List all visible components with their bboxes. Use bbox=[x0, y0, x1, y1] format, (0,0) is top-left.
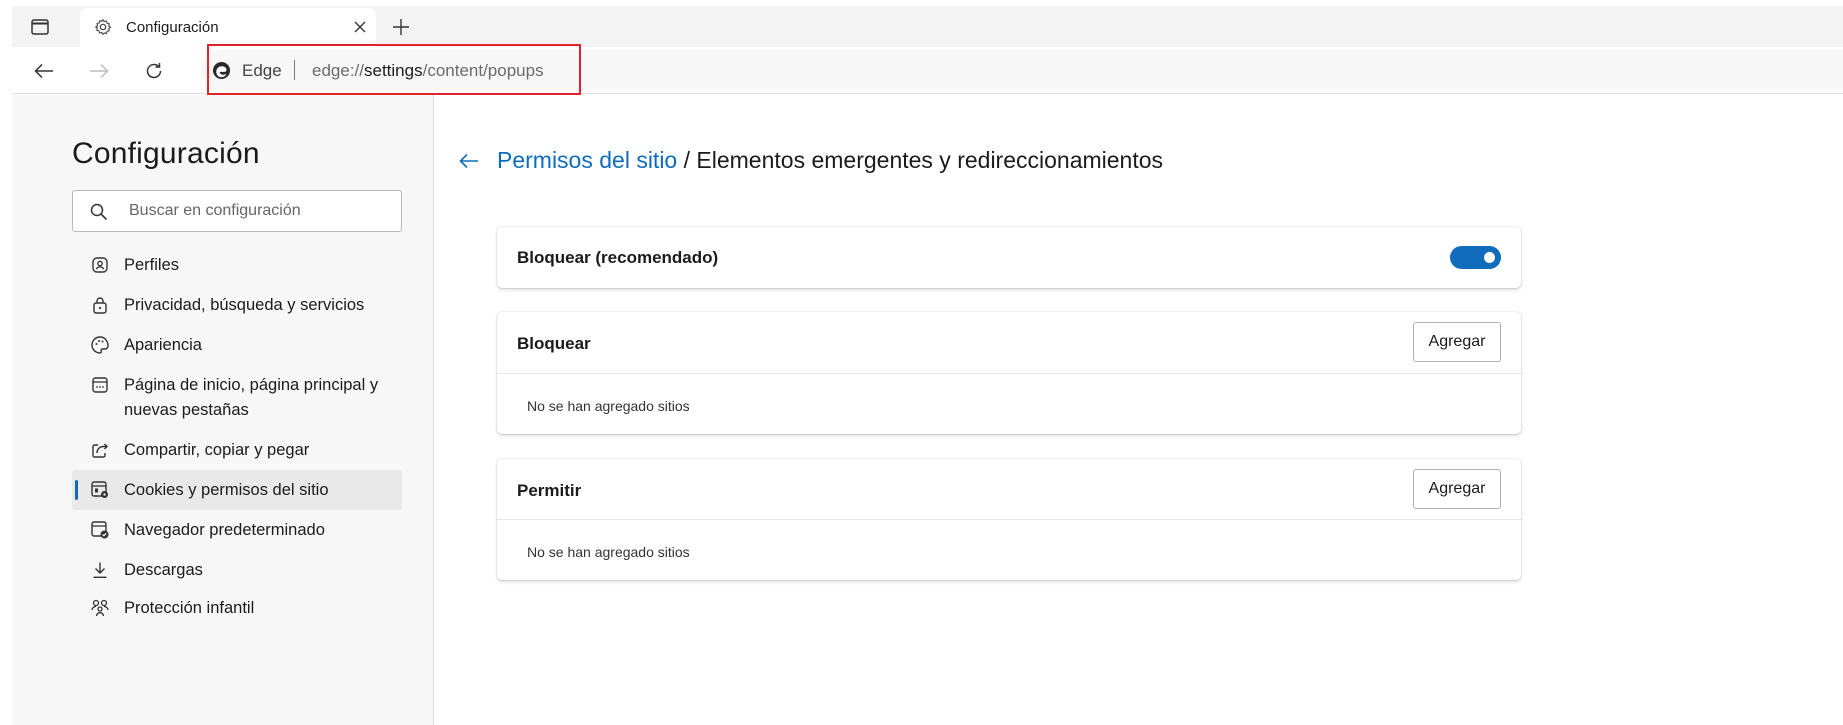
block-section-label: Bloquear bbox=[517, 334, 591, 353]
share-icon bbox=[90, 440, 110, 460]
address-separator bbox=[294, 60, 295, 80]
block-add-button[interactable]: Agregar bbox=[1413, 322, 1501, 362]
tab-actions-menu-button[interactable] bbox=[27, 15, 53, 39]
arrow-right-icon bbox=[90, 63, 109, 79]
sidebar-item-navegador-predeterminado[interactable]: Navegador predeterminado bbox=[72, 510, 402, 550]
tab-title: Configuración bbox=[126, 19, 219, 36]
sidebar-item-label-line1: Página de inicio, página principal y bbox=[124, 376, 379, 394]
search-input[interactable] bbox=[129, 199, 389, 223]
sidebar-item-label: Perfiles bbox=[124, 256, 180, 274]
search-icon bbox=[90, 203, 108, 221]
edge-brand-label: Edge bbox=[242, 61, 282, 80]
breadcrumb-link-permisos[interactable]: Permisos del sitio bbox=[497, 147, 677, 173]
block-empty-text: No se han agregado sitios bbox=[527, 398, 690, 414]
sidebar-item-label: Privacidad, búsqueda y servicios bbox=[124, 296, 365, 314]
divider bbox=[497, 373, 1521, 374]
sidebar-item-label: Protección infantil bbox=[124, 599, 255, 617]
allow-add-button[interactable]: Agregar bbox=[1413, 469, 1501, 509]
default-browser-icon bbox=[90, 520, 110, 540]
lock-icon bbox=[90, 295, 110, 315]
allow-section-label: Permitir bbox=[517, 481, 582, 500]
block-recommended-label: Bloquear (recomendado) bbox=[517, 248, 719, 267]
browser-window: Configuración Edge edge://settings/conte… bbox=[0, 0, 1843, 725]
home-page-icon bbox=[90, 375, 110, 395]
sidebar-item-privacidad[interactable]: Privacidad, búsqueda y servicios bbox=[72, 285, 402, 325]
plus-icon bbox=[393, 19, 409, 35]
refresh-button[interactable] bbox=[140, 57, 168, 85]
toggle-knob bbox=[1484, 252, 1495, 263]
forward-button[interactable] bbox=[85, 57, 113, 85]
tab-actions-icon bbox=[31, 19, 49, 35]
sidebar-item-label: Cookies y permisos del sitio bbox=[124, 481, 329, 499]
site-permissions-icon bbox=[90, 480, 110, 500]
download-icon bbox=[90, 560, 110, 580]
page-title: Elementos emergentes y redireccionamient… bbox=[696, 147, 1164, 173]
sidebar-item-compartir[interactable]: Compartir, copiar y pegar bbox=[72, 430, 402, 470]
sidebar-item-label-line2: nuevas pestañas bbox=[124, 401, 249, 419]
sidebar-item-pagina-inicio[interactable]: Página de inicio, página principal y nue… bbox=[72, 365, 402, 427]
url-host: settings bbox=[364, 61, 423, 80]
back-button[interactable] bbox=[30, 57, 58, 85]
breadcrumb-separator: / bbox=[677, 147, 697, 173]
tab-close-button[interactable] bbox=[350, 17, 370, 37]
breadcrumb: Permisos del sitio / Elementos emergente… bbox=[497, 147, 1163, 174]
profile-icon bbox=[90, 255, 110, 275]
family-icon bbox=[90, 598, 110, 618]
sidebar-item-label: Navegador predeterminado bbox=[124, 521, 325, 539]
sidebar-item-label: Apariencia bbox=[124, 336, 202, 354]
settings-search-field[interactable] bbox=[72, 190, 402, 232]
sidebar-title: Configuración bbox=[72, 137, 260, 170]
arrow-left-icon bbox=[34, 63, 53, 79]
refresh-icon bbox=[146, 63, 162, 79]
url-scheme: edge:// bbox=[312, 61, 364, 80]
new-tab-button[interactable] bbox=[388, 14, 414, 40]
sidebar-item-label: Descargas bbox=[124, 561, 203, 579]
url-path: /content/popups bbox=[422, 61, 544, 80]
back-arrow-icon[interactable] bbox=[458, 150, 480, 172]
edge-logo-icon bbox=[212, 61, 231, 80]
sidebar-item-proteccion-infantil[interactable]: Protección infantil bbox=[72, 590, 402, 625]
close-icon bbox=[354, 21, 366, 33]
url-text[interactable]: edge://settings/content/popups bbox=[312, 61, 544, 81]
tab-settings[interactable]: Configuración bbox=[80, 8, 376, 47]
sidebar-item-cookies[interactable]: Cookies y permisos del sitio bbox=[72, 470, 402, 510]
sidebar-item-descargas[interactable]: Descargas bbox=[72, 550, 402, 590]
palette-icon bbox=[90, 335, 110, 355]
allow-empty-text: No se han agregado sitios bbox=[527, 544, 690, 560]
block-recommended-card: Bloquear (recomendado) bbox=[497, 227, 1521, 288]
divider bbox=[497, 519, 1521, 520]
block-list-card: Bloquear Agregar No se han agregado siti… bbox=[497, 312, 1521, 434]
tab-strip: Configuración bbox=[12, 6, 1843, 47]
allow-list-card: Permitir Agregar No se han agregado siti… bbox=[497, 459, 1521, 580]
sidebar-item-apariencia[interactable]: Apariencia bbox=[72, 325, 402, 365]
block-popups-toggle[interactable] bbox=[1450, 246, 1501, 269]
gear-icon bbox=[95, 19, 112, 35]
sidebar-item-perfiles[interactable]: Perfiles bbox=[72, 245, 402, 285]
sidebar-item-label: Compartir, copiar y pegar bbox=[124, 441, 310, 459]
